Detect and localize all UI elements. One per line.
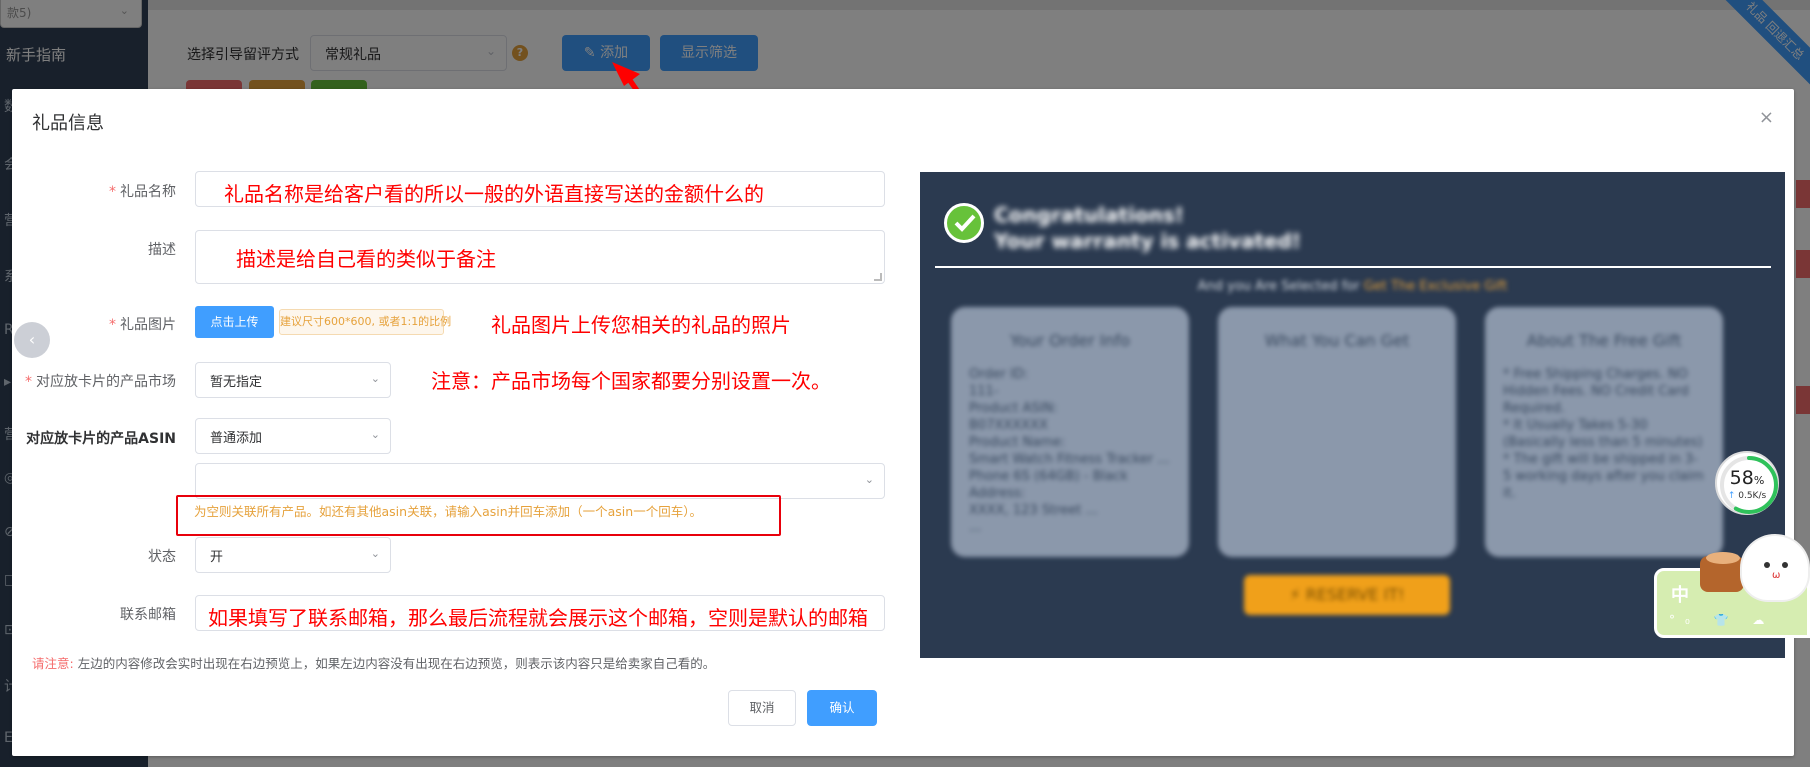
- market-label: * 对应放卡片的产品市场: [25, 371, 176, 391]
- what-you-get-card: What You Can Get: [1218, 307, 1456, 557]
- mascot-mouth: ω: [1772, 570, 1781, 581]
- email-annotation: 如果填写了联系邮箱，那么最后流程就会展示这个邮箱，空则是默认的邮箱: [208, 606, 868, 630]
- speed-percent-value: 58: [1729, 467, 1754, 489]
- card-body: Order ID: 111- Product ASIN: B07XXXXXX P…: [969, 367, 1170, 535]
- required-mark: *: [109, 184, 116, 200]
- asin-tags-select[interactable]: ⌄: [195, 463, 885, 499]
- email-input[interactable]: 如果填写了联系邮箱，那么最后流程就会展示这个邮箱，空则是默认的邮箱: [195, 595, 885, 631]
- ime-mascot-icon[interactable]: ω: [1740, 534, 1810, 602]
- notice-prefix: 请注意:: [32, 656, 74, 671]
- preview-subtitle-highlight: Get The Exclusive Gift: [1363, 279, 1508, 294]
- upload-arrow-icon: ↑: [1727, 491, 1736, 501]
- speed-percent-unit: %: [1753, 474, 1765, 487]
- speed-rate-value: 0.5K/s: [1738, 491, 1767, 501]
- speed-percent: 58%: [1717, 467, 1777, 489]
- resize-handle[interactable]: [874, 273, 882, 281]
- asin-mode-select-value: 普通添加: [210, 431, 263, 446]
- chevron-down-icon: ⌄: [370, 547, 380, 560]
- email-label: 联系邮箱: [120, 607, 176, 623]
- market-label-text: 对应放卡片的产品市场: [36, 374, 176, 390]
- gift-info-dialog: 礼品信息 × ‹ * 礼品名称 礼品名称是给客户看的所以一般的外语直接写送的金额什…: [12, 89, 1794, 756]
- chevron-down-icon: ⌄: [864, 473, 874, 486]
- market-select-value: 暂无指定: [210, 375, 263, 390]
- market-select[interactable]: 暂无指定 ⌄: [195, 362, 391, 398]
- card-body: * Free Shipping Charges. NO Hidden Fees.…: [1503, 367, 1704, 501]
- notice-text: 左边的内容修改会实时出现在右边预览上，如果左边内容没有出现在右边预览，则表示该内…: [77, 656, 716, 671]
- description-textarea[interactable]: 描述是给自己看的类似于备注: [195, 230, 885, 284]
- asin-label: 对应放卡片的产品ASIN: [26, 431, 176, 447]
- chevron-down-icon: ⌄: [370, 428, 380, 441]
- preview-divider: [935, 266, 1771, 268]
- check-icon: [944, 203, 984, 243]
- preview-subtitle: And you Are Selected for Get The Exclusi…: [920, 279, 1785, 294]
- status-label: 状态: [148, 549, 176, 565]
- gift-image-label: * 礼品图片: [109, 314, 176, 334]
- chevron-down-icon: ⌄: [370, 372, 380, 385]
- ime-cloud-icon[interactable]: ☁: [1752, 613, 1774, 627]
- preview-headline: Congratulations! Your warranty is activa…: [994, 202, 1301, 254]
- speed-rate: ↑ 0.5K/s: [1717, 491, 1777, 501]
- order-info-card: Your Order Info Order ID: 111- Product A…: [951, 307, 1189, 557]
- gift-name-input[interactable]: 礼品名称是给客户看的所以一般的外语直接写送的金额什么的: [195, 171, 885, 207]
- status-select-value: 开: [210, 550, 224, 565]
- ime-stump-decoration-top: [1706, 552, 1740, 564]
- market-annotation: 注意：产品市场每个国家都要分别设置一次。: [431, 369, 831, 393]
- close-icon[interactable]: ×: [1759, 107, 1774, 128]
- reserve-button[interactable]: ⚡ RESERVE IT!: [1244, 575, 1450, 615]
- confirm-button[interactable]: 确认: [807, 690, 877, 726]
- carousel-prev-icon[interactable]: ‹: [14, 322, 50, 358]
- card-title: What You Can Get: [1264, 331, 1410, 350]
- gift-name-label-text: 礼品名称: [120, 184, 176, 200]
- cancel-button[interactable]: 取消: [728, 690, 796, 726]
- ime-punctuation-icon[interactable]: °₀: [1669, 613, 1700, 627]
- ime-tool-icons: °₀ 👕 ☁: [1669, 613, 1774, 627]
- card-title: Your Order Info: [1009, 331, 1131, 350]
- live-preview-notice: 请注意: 左边的内容修改会实时出现在右边预览上，如果左边内容没有出现在右边预览，…: [32, 653, 715, 672]
- asin-hint: 为空则关联所有产品。如还有其他asin关联，请输入asin并回车添加（一个asi…: [194, 504, 702, 519]
- preview-headline-line1: Congratulations!: [994, 203, 1184, 227]
- gift-name-annotation: 礼品名称是给客户看的所以一般的外语直接写送的金额什么的: [224, 182, 764, 206]
- dialog-title: 礼品信息: [32, 113, 104, 134]
- status-select[interactable]: 开 ⌄: [195, 537, 391, 573]
- mascot-eye: [1782, 562, 1788, 568]
- ime-skin-icon[interactable]: 👕: [1714, 613, 1739, 627]
- gift-image-annotation: 礼品图片上传您相关的礼品的照片: [491, 313, 791, 337]
- upload-button[interactable]: 点击上传: [195, 306, 274, 338]
- required-mark: *: [25, 374, 32, 390]
- upload-size-tip: 建议尺寸600*600, 或者1:1的比例: [279, 309, 451, 335]
- mascot-eye: [1764, 562, 1770, 568]
- network-speed-widget[interactable]: 58% ↑ 0.5K/s: [1715, 451, 1779, 515]
- asin-mode-select[interactable]: 普通添加 ⌄: [195, 418, 391, 454]
- gift-image-label-text: 礼品图片: [120, 317, 176, 333]
- description-annotation: 描述是给自己看的类似于备注: [236, 247, 496, 271]
- gift-name-label: * 礼品名称: [109, 181, 176, 201]
- description-label: 描述: [148, 242, 176, 258]
- free-gift-card: About The Free Gift * Free Shipping Char…: [1485, 307, 1723, 557]
- ime-language-toggle[interactable]: 中: [1671, 581, 1689, 607]
- card-title: About The Free Gift: [1526, 331, 1682, 350]
- required-mark: *: [109, 317, 116, 333]
- preview-subtitle-prefix: And you Are Selected for: [1197, 279, 1360, 294]
- preview-headline-line2: Your warranty is activated!: [994, 229, 1302, 253]
